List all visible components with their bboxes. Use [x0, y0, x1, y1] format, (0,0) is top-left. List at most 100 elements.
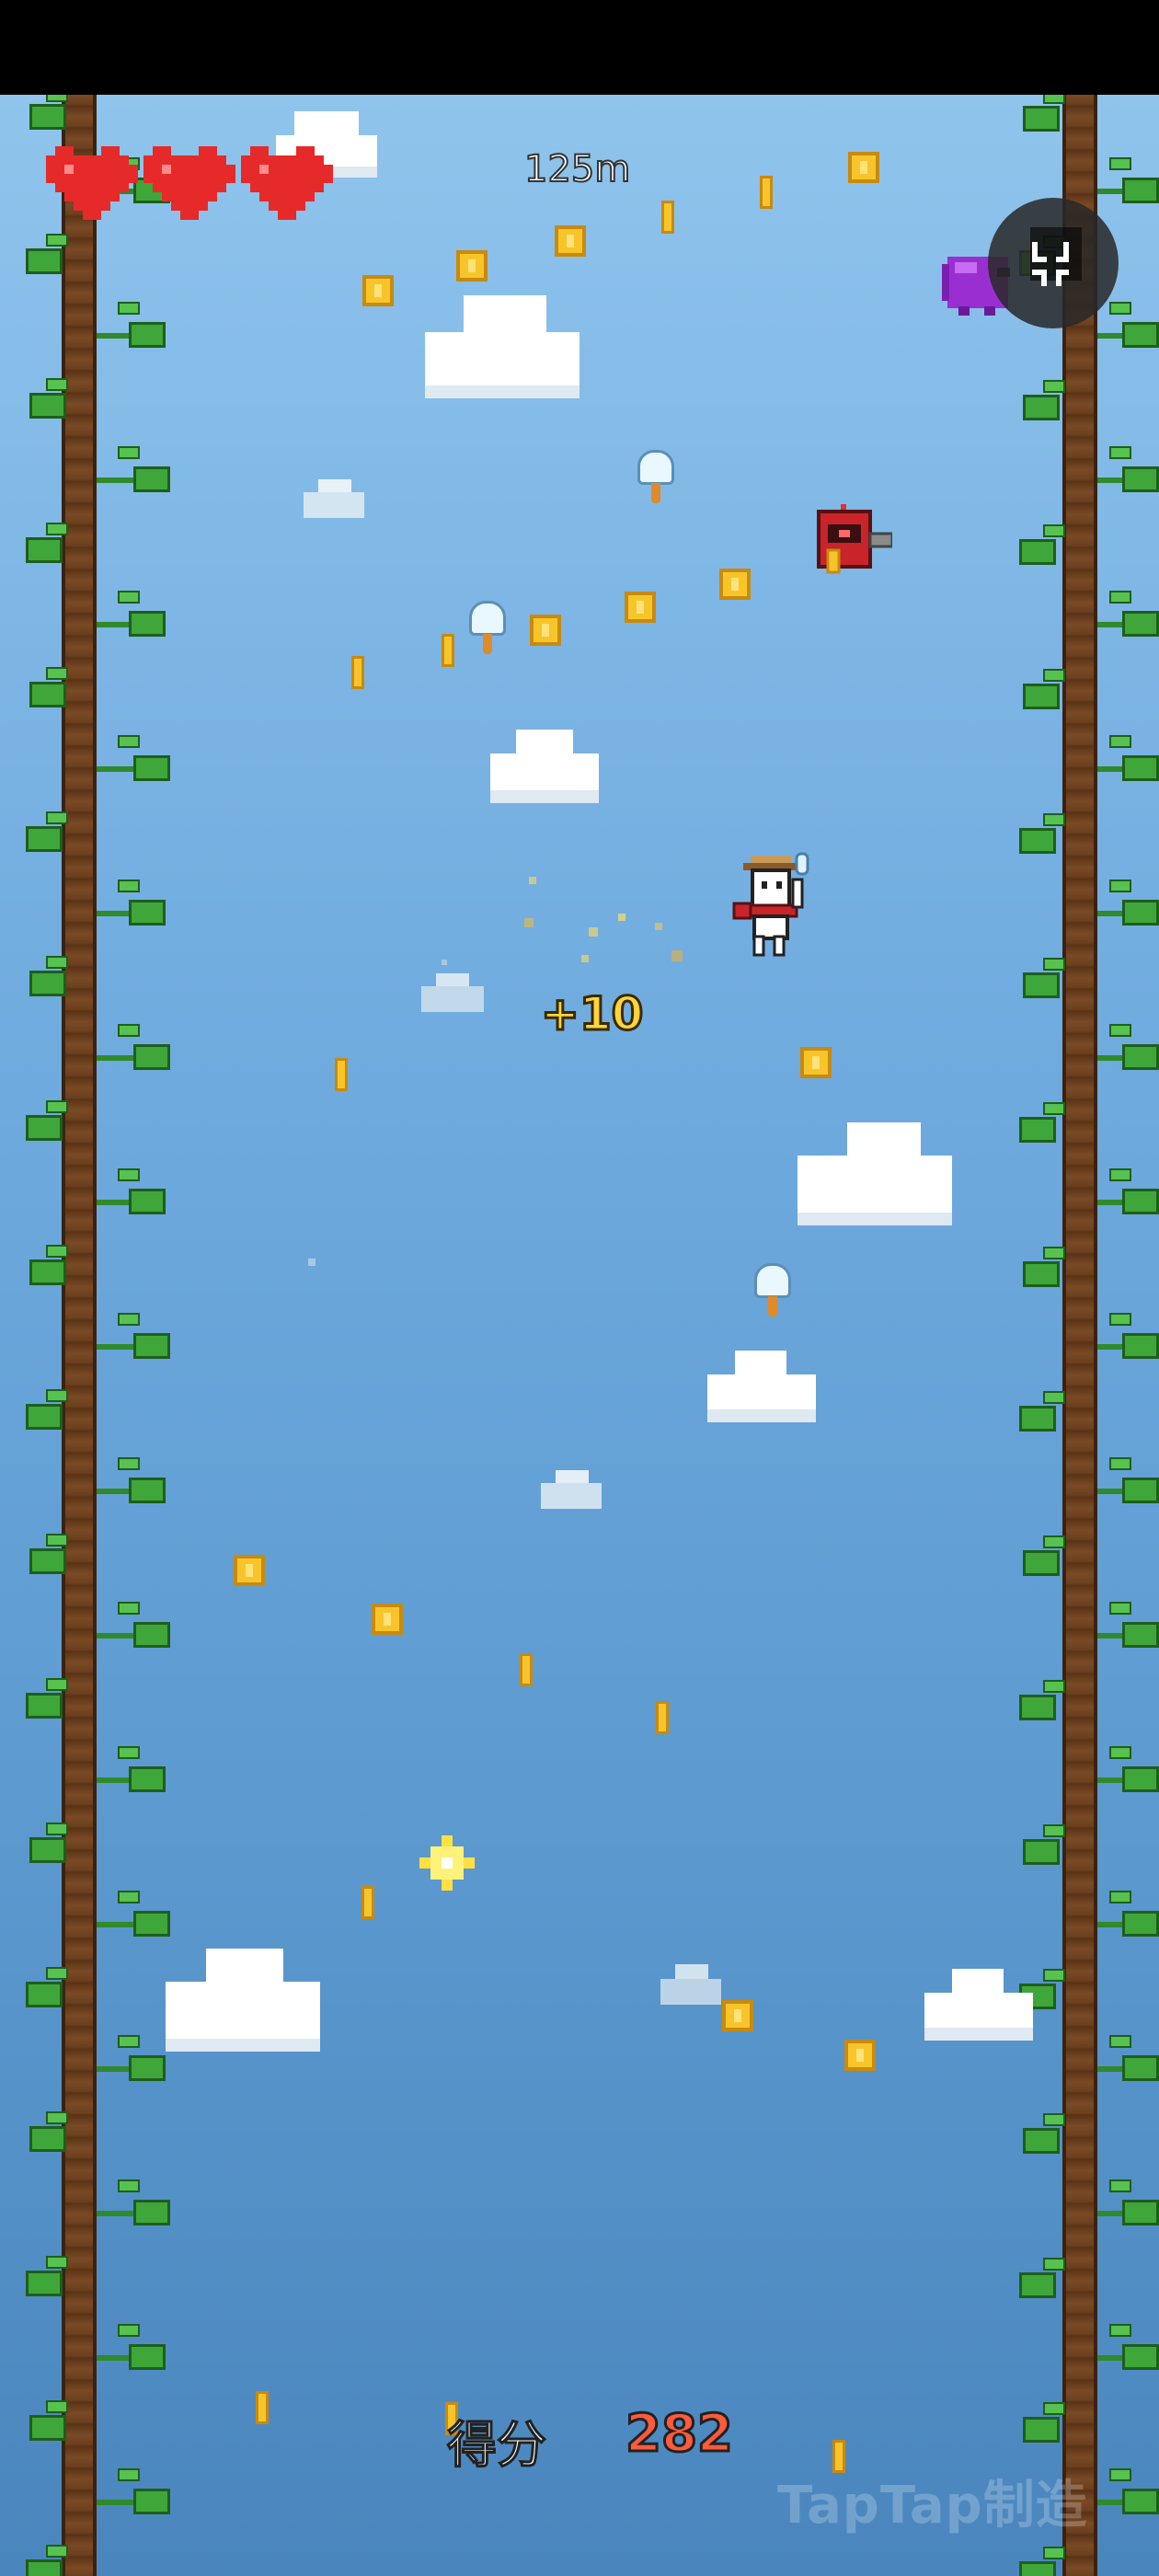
- leaf: [1122, 466, 1159, 492]
- leaf: [118, 302, 140, 315]
- leaf: [1109, 735, 1131, 748]
- leaf-stem: [1097, 2355, 1125, 2361]
- leaf-stem: [97, 622, 133, 627]
- leaf: [129, 611, 166, 637]
- leaf: [1023, 2128, 1060, 2154]
- right-vine: [1062, 95, 1097, 2576]
- leaf-stem: [1097, 1922, 1125, 1927]
- leaf: [1122, 755, 1159, 781]
- leaf: [129, 322, 166, 348]
- pause-button[interactable]: [988, 198, 1119, 328]
- leaf-stem: [1097, 333, 1125, 339]
- dust-particle: [618, 914, 625, 921]
- leaf: [1122, 1189, 1159, 1214]
- cloud: [421, 973, 484, 1012]
- leaf: [29, 104, 66, 130]
- leaf-stem: [97, 1633, 133, 1639]
- coin: [555, 225, 586, 257]
- leaf: [1109, 2035, 1131, 2048]
- coin: [456, 250, 488, 282]
- leaf: [118, 735, 140, 748]
- leaf: [46, 523, 68, 535]
- watermark: TapTap制造: [777, 2476, 1088, 2536]
- dust-particle: [589, 927, 598, 937]
- leaf: [46, 1534, 68, 1547]
- leaf: [26, 2271, 63, 2296]
- leaf: [46, 956, 68, 969]
- sparkle-effect: [419, 1835, 475, 1891]
- leaf: [1109, 2324, 1131, 2337]
- leaf-stem: [97, 1055, 133, 1061]
- leaf: [1109, 1168, 1131, 1181]
- leaf: [1109, 880, 1131, 892]
- leaf: [26, 826, 63, 852]
- leaf-stem: [1097, 189, 1125, 194]
- leaf: [1023, 1261, 1060, 1287]
- leaf: [129, 900, 166, 926]
- leaf: [1122, 2489, 1159, 2514]
- leaf: [1109, 302, 1131, 315]
- cloud: [490, 730, 599, 803]
- leaf: [118, 2035, 140, 2048]
- leaf: [29, 2415, 66, 2441]
- leaf: [1019, 828, 1056, 854]
- leaf: [1109, 1602, 1131, 1615]
- leaf: [1043, 1391, 1065, 1404]
- leaf: [46, 1678, 68, 1691]
- cloud: [707, 1351, 816, 1422]
- leaf: [26, 1693, 63, 1719]
- leaf: [118, 2179, 140, 2192]
- dust-particle: [442, 960, 447, 965]
- leaf: [133, 755, 170, 781]
- coin-spinning: [256, 2391, 269, 2424]
- leaf: [1043, 669, 1065, 682]
- leaf: [129, 2344, 166, 2370]
- leaf-stem: [1097, 1055, 1125, 1061]
- coin-spinning: [656, 1701, 669, 1734]
- leaf-stem: [1097, 1489, 1125, 1494]
- leaf: [1023, 1839, 1060, 1865]
- leaf: [118, 880, 140, 892]
- leaf: [46, 1245, 68, 1258]
- leaf: [118, 2468, 140, 2481]
- status-bar: [0, 0, 1159, 95]
- leaf-stem: [1097, 911, 1125, 916]
- leaf: [1043, 813, 1065, 826]
- distance-counter: 125m: [523, 147, 631, 191]
- cloud: [304, 479, 364, 518]
- leaf: [1043, 524, 1065, 537]
- dust-particle: [308, 1259, 316, 1266]
- leaf-stem: [97, 2355, 133, 2361]
- leaf-stem: [97, 1344, 133, 1350]
- leaf-stem: [97, 766, 133, 772]
- heart-icon: [46, 146, 138, 220]
- coin-spinning: [760, 176, 773, 209]
- leaf: [1023, 972, 1060, 998]
- leaf: [26, 1404, 63, 1430]
- game-scene[interactable]: 125m +10 得分 282 TapTap制造: [0, 95, 1159, 2576]
- leaf-stem: [1097, 2500, 1125, 2505]
- leaf: [1023, 2417, 1060, 2443]
- leaf: [129, 1189, 166, 1214]
- leaf: [118, 1313, 140, 1326]
- leaf: [1043, 958, 1065, 971]
- leaf: [1109, 1891, 1131, 1903]
- leaf-stem: [97, 2066, 133, 2072]
- leaf: [1122, 1333, 1159, 1359]
- leaf: [46, 234, 68, 247]
- leaf: [1023, 684, 1060, 709]
- leaf: [1019, 1117, 1056, 1143]
- dust-particle: [529, 877, 536, 884]
- leaf: [129, 1766, 166, 1792]
- leaf: [26, 248, 63, 274]
- leaf: [133, 466, 170, 492]
- leaf-stem: [97, 2211, 133, 2216]
- leaf: [1043, 1102, 1065, 1115]
- coin: [362, 275, 394, 306]
- leaf-stem: [1097, 477, 1125, 483]
- leaf: [1043, 1824, 1065, 1837]
- dust-particle: [524, 918, 534, 927]
- leaf: [46, 1389, 68, 1402]
- leaf: [29, 971, 66, 996]
- leaf: [26, 1115, 63, 1141]
